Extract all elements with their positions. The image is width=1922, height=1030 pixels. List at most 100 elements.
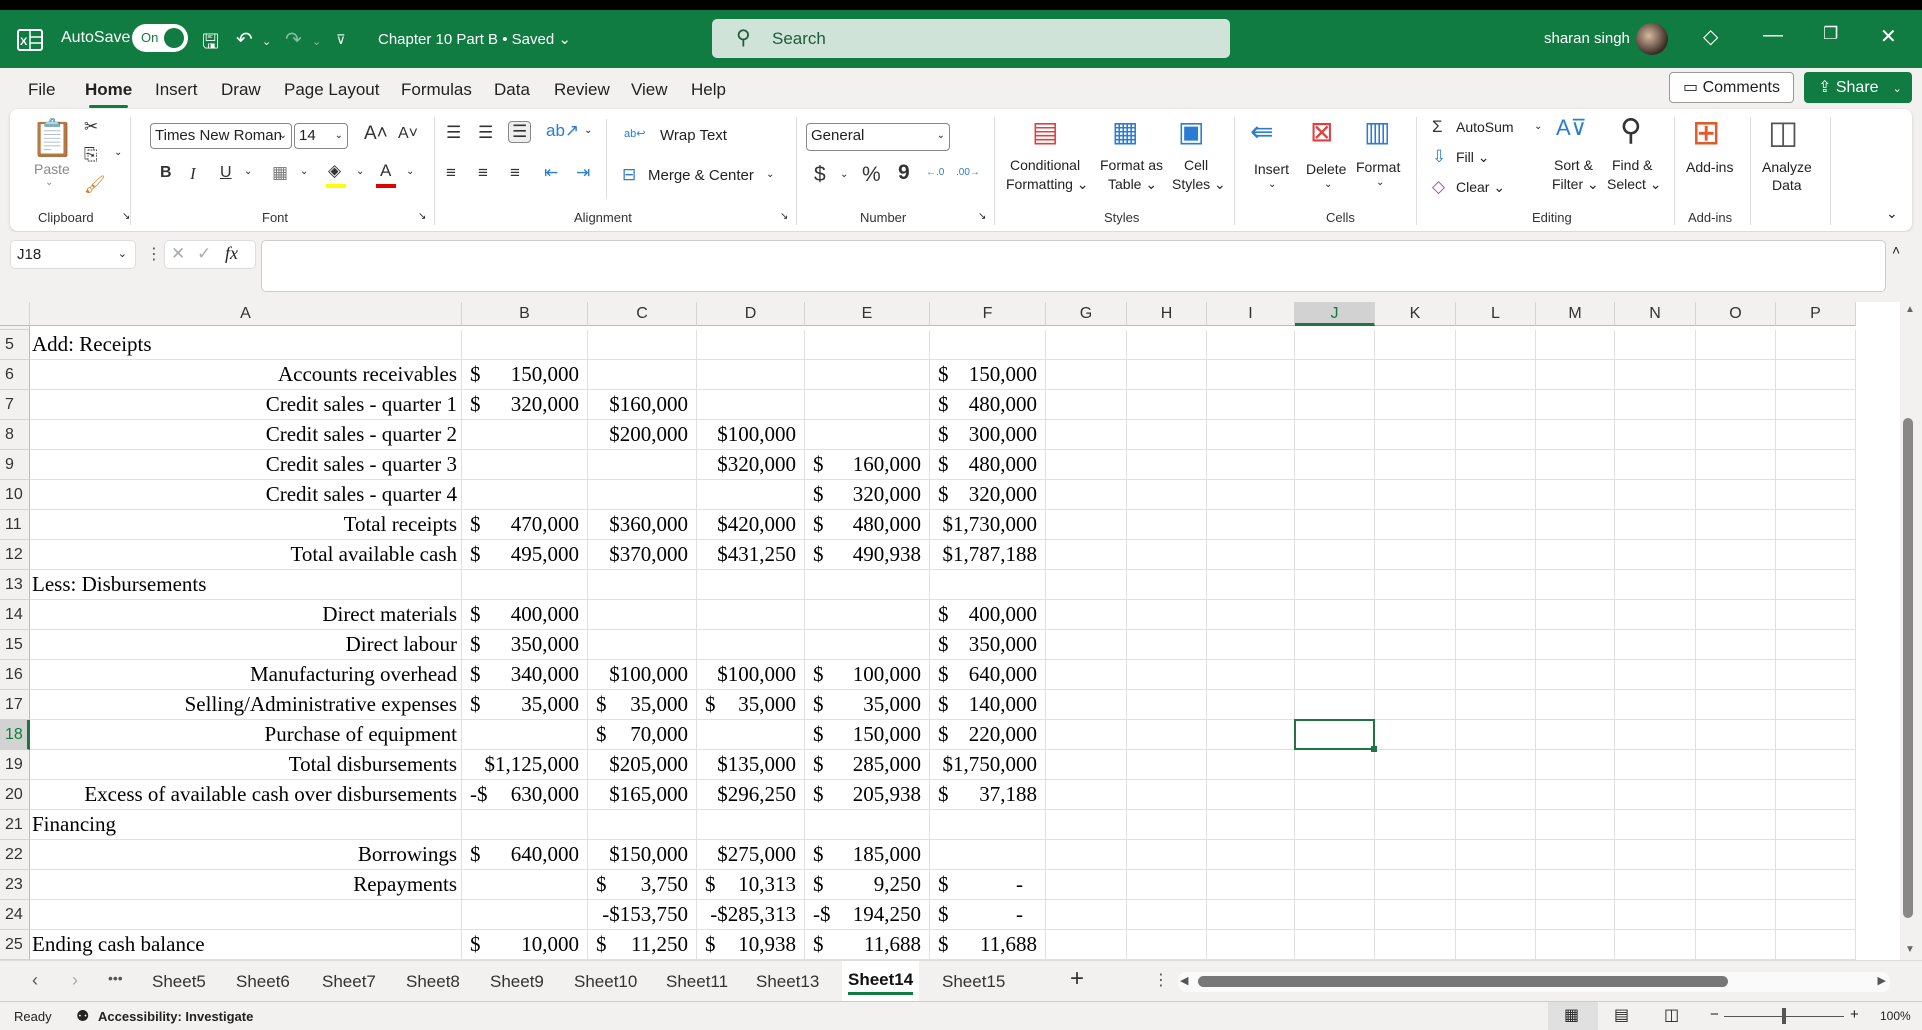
cell-g15[interactable]	[1046, 630, 1127, 660]
cell-k11[interactable]	[1375, 510, 1456, 540]
percent-button[interactable]: %	[862, 163, 881, 187]
cell-h20[interactable]	[1127, 780, 1207, 810]
cell-n17[interactable]	[1615, 690, 1696, 720]
add-ins-button[interactable]: Add-ins	[1686, 159, 1733, 175]
cell-n8[interactable]	[1615, 420, 1696, 450]
cell-styles-label-2[interactable]: Styles ⌄	[1172, 176, 1226, 193]
column-header-l[interactable]: L	[1456, 302, 1536, 326]
cell-p18[interactable]	[1776, 720, 1856, 750]
cell-e25[interactable]: $11,688	[805, 930, 930, 960]
row-header-17[interactable]: 17	[0, 690, 30, 720]
minimize-icon[interactable]: —	[1763, 24, 1783, 47]
cell-b20[interactable]: -$ 630,000	[462, 780, 588, 810]
cell-m9[interactable]	[1536, 450, 1615, 480]
cell-h15[interactable]	[1127, 630, 1207, 660]
cell-e15[interactable]	[805, 630, 930, 660]
zoom-in-button[interactable]: +	[1850, 1006, 1859, 1023]
cell-j21[interactable]	[1295, 810, 1375, 840]
font-size-select[interactable]: 14 ⌄	[294, 123, 348, 149]
cell-e20[interactable]: $205,938	[805, 780, 930, 810]
column-header-g[interactable]: G	[1046, 302, 1127, 326]
cell-j6[interactable]	[1295, 360, 1375, 390]
tab-view[interactable]: View	[631, 80, 668, 100]
insert-dropdown-icon[interactable]: ⌄	[1268, 179, 1276, 190]
cell-j24[interactable]	[1295, 900, 1375, 930]
cell-e10[interactable]: $320,000	[805, 480, 930, 510]
cell-p20[interactable]	[1776, 780, 1856, 810]
cell-p7[interactable]	[1776, 390, 1856, 420]
cell-d5[interactable]	[697, 330, 805, 360]
cell-m22[interactable]	[1536, 840, 1615, 870]
cell-b23[interactable]	[462, 870, 588, 900]
scroll-right-icon[interactable]: ▶	[1878, 974, 1886, 987]
currency-dropdown-icon[interactable]: ⌄	[840, 169, 848, 180]
cell-p5[interactable]	[1776, 330, 1856, 360]
close-icon[interactable]: ✕	[1880, 24, 1897, 49]
borders-dropdown-icon[interactable]: ⌄	[300, 166, 308, 177]
cell-g12[interactable]	[1046, 540, 1127, 570]
cell-b6[interactable]: $150,000	[462, 360, 588, 390]
cell-o25[interactable]	[1696, 930, 1776, 960]
avatar[interactable]	[1636, 23, 1668, 55]
cell-g13[interactable]	[1046, 570, 1127, 600]
cell-h9[interactable]	[1127, 450, 1207, 480]
cell-n6[interactable]	[1615, 360, 1696, 390]
zoom-slider-thumb[interactable]	[1782, 1008, 1786, 1024]
cell-j11[interactable]	[1295, 510, 1375, 540]
cell-i9[interactable]	[1207, 450, 1295, 480]
tab-draw[interactable]: Draw	[221, 80, 261, 100]
cell-k13[interactable]	[1375, 570, 1456, 600]
cell-f16[interactable]: $640,000	[930, 660, 1046, 690]
cell-h16[interactable]	[1127, 660, 1207, 690]
undo-dropdown-icon[interactable]: ⌄	[262, 35, 271, 48]
cell-k8[interactable]	[1375, 420, 1456, 450]
cell-k21[interactable]	[1375, 810, 1456, 840]
cell-k19[interactable]	[1375, 750, 1456, 780]
cell-e19[interactable]: $285,000	[805, 750, 930, 780]
cell-d17[interactable]: $35,000	[697, 690, 805, 720]
orientation-icon[interactable]: ab↗	[546, 121, 579, 141]
cell-g24[interactable]	[1046, 900, 1127, 930]
delete-dropdown-icon[interactable]: ⌄	[1324, 179, 1332, 190]
cell-j17[interactable]	[1295, 690, 1375, 720]
cell-c15[interactable]	[588, 630, 697, 660]
number-format-select[interactable]: General ⌄	[806, 123, 950, 151]
cell-i21[interactable]	[1207, 810, 1295, 840]
cell-h22[interactable]	[1127, 840, 1207, 870]
row-header-24[interactable]: 24	[0, 900, 30, 930]
cell-h5[interactable]	[1127, 330, 1207, 360]
cell-m11[interactable]	[1536, 510, 1615, 540]
cell-c7[interactable]: $160,000	[588, 390, 697, 420]
cell-n19[interactable]	[1615, 750, 1696, 780]
cell-a21[interactable]: Financing	[30, 810, 462, 840]
cell-b14[interactable]: $400,000	[462, 600, 588, 630]
premium-diamond-icon[interactable]: ◇	[1703, 24, 1718, 49]
cell-p17[interactable]	[1776, 690, 1856, 720]
delete-cells-icon[interactable]: ⊠	[1310, 115, 1333, 148]
cell-e12[interactable]: $490,938	[805, 540, 930, 570]
cell-e22[interactable]: $185,000	[805, 840, 930, 870]
cell-o15[interactable]	[1696, 630, 1776, 660]
fill-color-icon[interactable]: ◈	[328, 161, 341, 181]
font-color-icon[interactable]: A	[380, 161, 391, 181]
cell-f13[interactable]	[930, 570, 1046, 600]
cell-c23[interactable]: $3,750	[588, 870, 697, 900]
middle-align-icon[interactable]: ☰	[478, 123, 493, 143]
cell-l19[interactable]	[1456, 750, 1536, 780]
cell-d21[interactable]	[697, 810, 805, 840]
cell-p8[interactable]	[1776, 420, 1856, 450]
underline-dropdown-icon[interactable]: ⌄	[244, 166, 252, 177]
cell-o5[interactable]	[1696, 330, 1776, 360]
cell-g11[interactable]	[1046, 510, 1127, 540]
cell-n7[interactable]	[1615, 390, 1696, 420]
cell-e8[interactable]	[805, 420, 930, 450]
cell-g25[interactable]	[1046, 930, 1127, 960]
number-launcher-icon[interactable]: ↘	[978, 211, 986, 222]
tab-file[interactable]: File	[28, 80, 55, 100]
cell-m18[interactable]	[1536, 720, 1615, 750]
cell-a12[interactable]: Total available cash	[30, 540, 462, 570]
cell-b11[interactable]: $470,000	[462, 510, 588, 540]
prev-sheet-icon[interactable]: ‹	[32, 970, 38, 991]
cell-b15[interactable]: $350,000	[462, 630, 588, 660]
find-select-label-2[interactable]: Select ⌄	[1607, 176, 1662, 193]
